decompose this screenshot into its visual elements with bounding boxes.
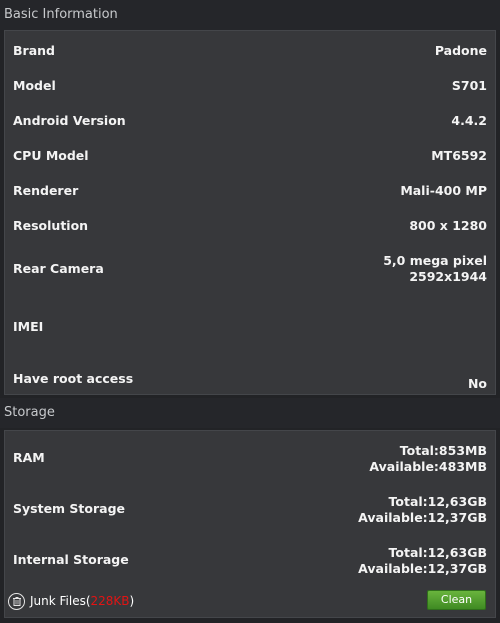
value-resolution: 800 x 1280 — [409, 218, 487, 233]
value-ram: Total:853MB Available:483MB — [369, 443, 487, 475]
value-have-root-access: No — [467, 376, 487, 391]
junk-files-label: Junk Files( — [30, 594, 91, 608]
value-rear-camera-size: 2592x1944 — [409, 269, 487, 284]
value-internal-storage-total: Total:12,63GB — [388, 545, 487, 560]
junk-files-size: 228KB — [90, 594, 130, 608]
value-model: S701 — [451, 78, 487, 93]
value-system-storage-total: Total:12,63GB — [388, 494, 487, 509]
clean-button[interactable]: Clean — [427, 590, 486, 610]
value-rear-camera-megapixel: 5,0 mega pixel — [383, 253, 487, 268]
trash-icon — [8, 592, 25, 610]
label-rear-camera: Rear Camera — [13, 261, 104, 276]
label-resolution: Resolution — [13, 218, 89, 233]
value-internal-storage: Total:12,63GB Available:12,37GB — [358, 545, 487, 577]
junk-files[interactable]: Junk Files(228KB) — [8, 589, 134, 613]
value-internal-storage-available: Available:12,37GB — [358, 561, 487, 576]
label-have-root-access: Have root access — [13, 371, 134, 386]
label-internal-storage: Internal Storage — [13, 552, 129, 567]
value-cpu-model: MT6592 — [431, 148, 487, 163]
value-ram-total: Total:853MB — [399, 443, 487, 458]
value-rear-camera: 5,0 mega pixel 2592x1944 — [383, 253, 487, 285]
label-android-version: Android Version — [13, 113, 126, 128]
label-ram: RAM — [13, 450, 45, 465]
label-cpu-model: CPU Model — [13, 148, 89, 163]
label-system-storage: System Storage — [13, 501, 126, 516]
value-renderer: Mali-400 MP — [400, 183, 487, 198]
label-model: Model — [13, 78, 56, 93]
value-android-version: 4.4.2 — [451, 113, 487, 128]
value-system-storage: Total:12,63GB Available:12,37GB — [358, 494, 487, 526]
value-system-storage-available: Available:12,37GB — [358, 510, 487, 525]
label-brand: Brand — [13, 43, 55, 58]
label-imei: IMEI — [13, 319, 44, 334]
value-ram-available: Available:483MB — [369, 459, 487, 474]
label-renderer: Renderer — [13, 183, 79, 198]
value-brand: Padone — [434, 43, 487, 58]
basic-information-panel: Brand Padone Model S701 Android Version … — [4, 30, 496, 395]
section-header-storage: Storage — [0, 398, 500, 428]
junk-files-suffix: ) — [129, 594, 135, 608]
section-header-basic-information: Basic Information — [0, 0, 500, 30]
